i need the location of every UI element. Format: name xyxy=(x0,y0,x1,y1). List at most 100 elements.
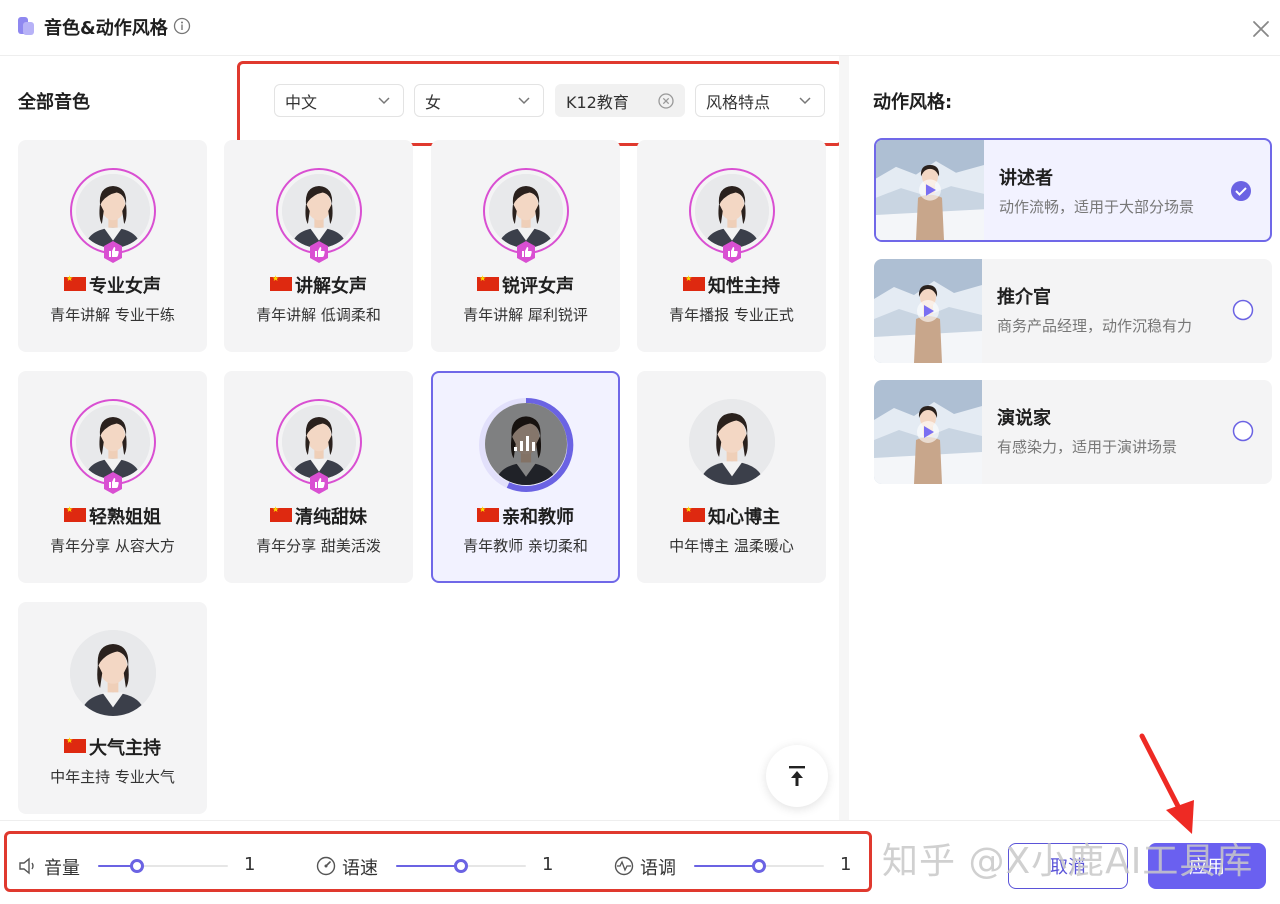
radio-checked-icon[interactable] xyxy=(1230,180,1252,202)
china-flag-icon xyxy=(64,274,86,291)
clear-icon[interactable] xyxy=(658,93,674,109)
speed-fill xyxy=(396,865,461,867)
thumbs-up-badge-icon xyxy=(515,240,537,264)
gender-filter[interactable]: 女 xyxy=(414,84,544,117)
thumbs-up-badge-icon xyxy=(102,240,124,264)
china-flag-icon xyxy=(477,274,499,291)
thumbs-up-badge-icon xyxy=(308,240,330,264)
avatar-image xyxy=(489,174,563,248)
motion-option[interactable]: 演说家 有感染力，适用于演讲场景 xyxy=(874,380,1272,484)
motion-preview-thumbnail[interactable] xyxy=(874,380,982,484)
cancel-button[interactable]: 取消 xyxy=(1008,843,1128,889)
motion-desc: 商务产品经理，动作沉稳有力 xyxy=(997,317,1193,335)
voice-desc: 青年讲解 低调柔和 xyxy=(256,306,381,324)
motion-name: 推介官 xyxy=(997,287,1051,308)
china-flag-icon xyxy=(270,274,292,291)
close-icon[interactable] xyxy=(1250,18,1272,40)
avatar xyxy=(688,168,775,254)
voice-desc: 中年主持 专业大气 xyxy=(50,768,175,786)
voice-card[interactable]: 轻熟姐姐 青年分享 从容大方 xyxy=(18,371,207,583)
pitch-icon xyxy=(614,856,634,876)
motion-section-title: 动作风格: xyxy=(873,92,953,113)
apply-button[interactable]: 应用 xyxy=(1148,843,1266,889)
speed-icon xyxy=(316,856,336,876)
arrow-up-to-top-icon xyxy=(789,766,805,786)
voice-desc: 中年博主 温柔暖心 xyxy=(669,537,794,555)
motion-option-selected[interactable]: 讲述者 动作流畅，适用于大部分场景 xyxy=(874,138,1272,242)
motion-preview-thumbnail[interactable] xyxy=(876,140,984,240)
radio-unchecked-icon[interactable] xyxy=(1232,299,1254,321)
pitch-value: 1 xyxy=(840,854,852,875)
avatar-image xyxy=(282,174,356,248)
scene-filter-tag[interactable]: K12教育 xyxy=(555,84,685,117)
motion-preview-thumbnail[interactable] xyxy=(874,259,982,363)
voice-logo-icon xyxy=(18,17,34,35)
avatar xyxy=(275,399,362,485)
avatar xyxy=(275,168,362,254)
voice-card[interactable]: 清纯甜妹 青年分享 甜美活泼 xyxy=(224,371,413,583)
pitch-slider-handle[interactable] xyxy=(752,859,766,873)
voice-name: 亲和教师 xyxy=(502,507,574,528)
voice-card-selected[interactable]: 亲和教师 青年教师 亲切柔和 xyxy=(431,371,620,583)
volume-value: 1 xyxy=(244,854,256,875)
gender-filter-label: 女 xyxy=(425,92,442,112)
motion-name: 演说家 xyxy=(997,408,1051,429)
chevron-down-icon xyxy=(518,97,530,105)
speed-label: 语速 xyxy=(342,858,378,879)
voice-name: 知性主持 xyxy=(708,276,780,297)
voice-name: 清纯甜妹 xyxy=(295,507,367,528)
language-filter[interactable]: 中文 xyxy=(274,84,404,117)
avatar xyxy=(482,168,569,254)
avatar-image xyxy=(76,405,150,479)
pitch-label: 语调 xyxy=(640,858,676,879)
voice-card[interactable]: 大气主持 中年主持 专业大气 xyxy=(18,602,207,814)
china-flag-icon xyxy=(683,505,705,522)
china-flag-icon xyxy=(64,736,86,753)
thumbs-up-badge-icon xyxy=(308,471,330,495)
radio-unchecked-icon[interactable] xyxy=(1232,420,1254,442)
volume-label: 音量 xyxy=(44,858,80,879)
avatar xyxy=(69,168,156,254)
dialog-header: 音色&动作风格 xyxy=(0,0,1280,56)
voice-desc: 青年讲解 专业干练 xyxy=(50,306,175,324)
china-flag-icon xyxy=(64,505,86,522)
speed-slider-handle[interactable] xyxy=(454,859,468,873)
dialog-title: 音色&动作风格 xyxy=(44,18,168,39)
avatar-image xyxy=(689,399,775,485)
back-to-top-button[interactable] xyxy=(766,745,828,807)
motion-option[interactable]: 推介官 商务产品经理，动作沉稳有力 xyxy=(874,259,1272,363)
thumbs-up-badge-icon xyxy=(102,471,124,495)
voice-name: 讲解女声 xyxy=(295,276,367,297)
volume-control: 音量 1 xyxy=(18,852,258,880)
avatar xyxy=(69,630,156,716)
pitch-fill xyxy=(694,865,759,867)
volume-slider-handle[interactable] xyxy=(130,859,144,873)
chevron-down-icon xyxy=(378,97,390,105)
china-flag-icon xyxy=(477,505,499,522)
voice-card[interactable]: 知心博主 中年博主 温柔暖心 xyxy=(637,371,826,583)
speaker-icon xyxy=(19,857,34,875)
motion-desc: 有感染力，适用于演讲场景 xyxy=(997,438,1178,456)
china-flag-icon xyxy=(270,505,292,522)
voice-name: 知心博主 xyxy=(708,507,780,528)
avatar-image xyxy=(282,405,356,479)
voice-card[interactable]: 讲解女声 青年讲解 低调柔和 xyxy=(224,140,413,352)
speed-value: 1 xyxy=(542,854,554,875)
panel-divider xyxy=(839,56,849,820)
voice-name: 锐评女声 xyxy=(502,276,574,297)
scene-filter-label: K12教育 xyxy=(566,92,629,112)
filter-bar: 中文 女 K12教育 风格特点 xyxy=(237,61,843,146)
voices-section-title: 全部音色 xyxy=(18,92,90,113)
style-filter[interactable]: 风格特点 xyxy=(695,84,825,117)
avatar xyxy=(69,399,156,485)
avatar xyxy=(688,399,775,485)
voice-card[interactable]: 专业女声 青年讲解 专业干练 xyxy=(18,140,207,352)
voice-card[interactable]: 锐评女声 青年讲解 犀利锐评 xyxy=(431,140,620,352)
voice-desc: 青年播报 专业正式 xyxy=(669,306,794,324)
avatar xyxy=(484,403,567,485)
info-icon[interactable] xyxy=(173,17,191,35)
voice-card[interactable]: 知性主持 青年播报 专业正式 xyxy=(637,140,826,352)
voice-name: 专业女声 xyxy=(89,276,161,297)
avatar-image xyxy=(695,174,769,248)
style-filter-label: 风格特点 xyxy=(706,92,771,112)
